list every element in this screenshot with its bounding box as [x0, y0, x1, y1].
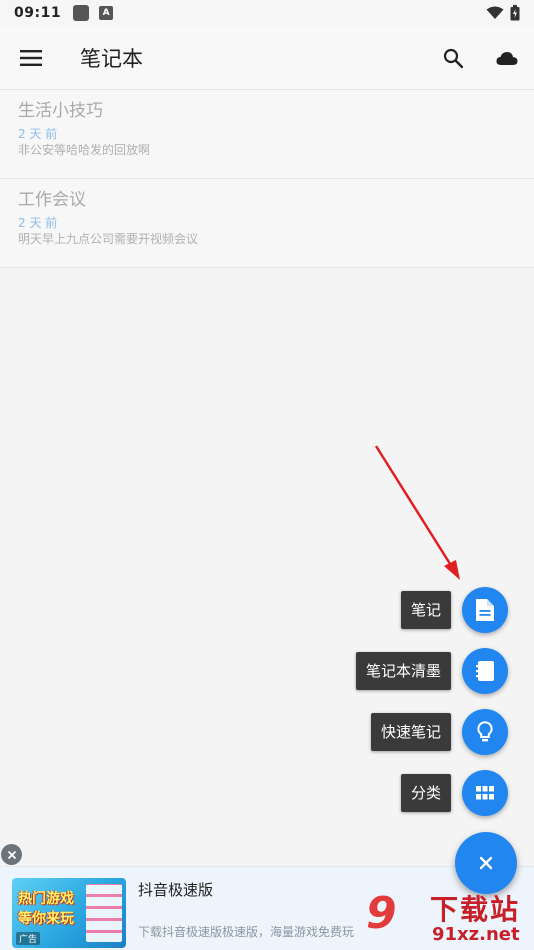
ad-description: 下载抖音极速版极速版，海量游戏免费玩 — [138, 925, 355, 939]
cloud-sync-button[interactable] — [480, 26, 534, 90]
grid-icon — [476, 786, 494, 800]
ad-thumb-text: 热门游戏 — [18, 891, 74, 907]
category-button[interactable] — [462, 770, 508, 816]
fab-menu-item-note[interactable]: 笔记 — [400, 587, 508, 633]
note-icon — [476, 599, 494, 621]
note-title: 生活小技巧 — [18, 101, 103, 121]
status-time: 09:11 — [14, 5, 62, 21]
ad-thumbnail-tiles — [86, 884, 122, 942]
notes-list: 生活小技巧 2 天 前 非公安等哈哈发的回放啊 工作会议 2 天 前 明天早上九… — [0, 90, 534, 268]
ad-title[interactable]: 抖音极速版 — [138, 879, 213, 900]
notebook-icon — [476, 661, 494, 681]
watermark-logo: 9 — [366, 888, 397, 939]
site-watermark: 9 下载站 91xz.net — [360, 884, 534, 950]
search-button[interactable] — [426, 26, 480, 90]
quick-note-button[interactable] — [462, 709, 508, 755]
note-preview: 明天早上九点公司需要开视频会议 — [18, 232, 199, 246]
lightbulb-icon — [477, 721, 493, 742]
status-bar: 09:11 A — [0, 0, 534, 26]
menu-icon — [20, 49, 42, 66]
battery-icon — [510, 5, 520, 21]
note-date: 2 天 前 — [18, 216, 58, 230]
fab-menu-item-category[interactable]: 分类 — [400, 770, 508, 816]
note-item[interactable]: 生活小技巧 2 天 前 非公安等哈哈发的回放啊 — [0, 90, 534, 179]
fab-label[interactable]: 笔记 — [400, 591, 451, 629]
watermark-site-name: 下载站 — [430, 893, 521, 926]
ad-thumb-text: 等你来玩 — [18, 911, 74, 927]
a-badge-icon: A — [99, 6, 114, 20]
note-date: 2 天 前 — [18, 127, 58, 141]
close-icon — [479, 856, 493, 870]
page-title: 笔记本 — [80, 46, 143, 71]
note-title: 工作会议 — [18, 190, 86, 210]
fab-label[interactable]: 快速笔记 — [370, 713, 451, 751]
new-notebook-button[interactable] — [462, 648, 508, 694]
watermark-url: 91xz.net — [432, 924, 520, 945]
close-icon — [7, 850, 16, 859]
notification-icon — [73, 5, 90, 21]
new-note-button[interactable] — [462, 587, 508, 633]
ad-thumbnail[interactable]: 热门游戏 等你来玩 广告 — [12, 878, 126, 948]
search-icon — [443, 48, 463, 68]
ad-close-button[interactable] — [1, 844, 22, 865]
cloud-icon — [496, 51, 518, 65]
fab-menu-item-quick-note[interactable]: 快速笔记 — [370, 709, 508, 755]
menu-button[interactable] — [0, 26, 62, 90]
wifi-icon — [486, 6, 504, 19]
fab-label[interactable]: 分类 — [400, 774, 451, 812]
fab-menu-item-notebook[interactable]: 笔记本清墨 — [355, 648, 508, 694]
ad-tag: 广告 — [16, 932, 41, 945]
fab-label[interactable]: 笔记本清墨 — [355, 652, 451, 690]
note-item[interactable]: 工作会议 2 天 前 明天早上九点公司需要开视频会议 — [0, 179, 534, 268]
app-bar: 笔记本 — [0, 26, 534, 90]
note-preview: 非公安等哈哈发的回放啊 — [18, 143, 151, 157]
